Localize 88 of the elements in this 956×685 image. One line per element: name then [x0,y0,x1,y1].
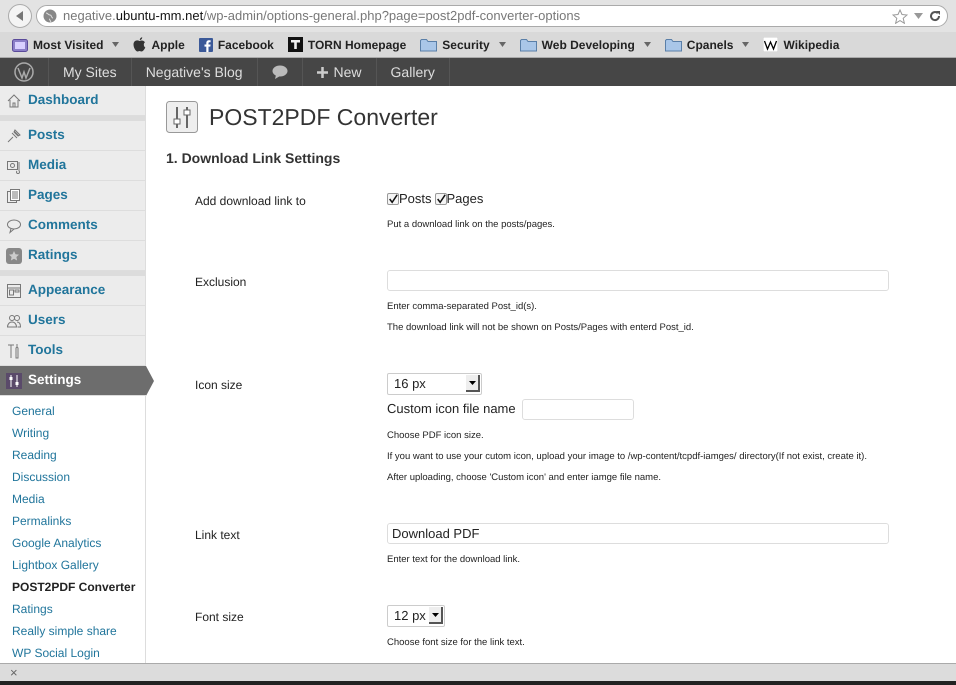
plus-icon [316,66,328,78]
users-icon [6,312,22,328]
address-bar[interactable]: negative.ubuntu-mm.net/wp-admin/options-general.php?page=post2pdf-converter-options [36,5,948,27]
text-field[interactable] [387,270,889,290]
submenu-link[interactable]: General [0,400,145,422]
checkbox-option[interactable]: Posts [387,188,432,208]
globe-icon [43,9,57,23]
submenu-link[interactable]: Ratings [0,598,145,620]
facebook-icon [198,38,213,52]
checkmark-icon [388,192,398,204]
bookmark[interactable]: Apple [133,36,185,54]
help-text: Enter text for the download link. [387,552,522,566]
field-label: Custom icon file name [387,400,516,418]
text-field[interactable]: Download PDF [387,522,889,544]
caret-icon [742,42,750,47]
wordpress-logo-icon [14,62,34,82]
setting-label: Add download link to [194,192,307,210]
menu-item[interactable]: Dashboard [0,86,145,116]
dropdown-arrow-icon[interactable] [914,13,923,19]
dropdown-select[interactable]: 12 px [387,604,445,626]
help-text: Choose font size for the link text. [387,636,525,648]
letter-t-icon [288,37,303,52]
speech-bubble-icon [272,65,288,79]
help-text: After uploading, choose 'Custom icon' and enter iamge file name. [387,470,662,484]
file-name-field[interactable] [522,398,634,420]
page-title: POST2PDF Converter [209,103,438,132]
caret-icon [644,42,651,47]
back-button[interactable] [8,4,32,28]
home-icon [6,92,22,108]
star-icon[interactable] [892,8,908,24]
submenu-link[interactable]: Google Analytics [0,532,145,554]
bookmark[interactable]: Security [420,36,506,54]
menu-item[interactable]: Comments [0,211,145,241]
bookmarks-icon [12,38,28,52]
setting-label: Icon size [194,376,244,394]
folder-icon [520,38,537,52]
submenu-link[interactable]: WP Social Login [0,642,145,664]
bookmark[interactable]: Wikipedia [763,36,840,54]
checkbox[interactable] [434,192,447,204]
menu-item[interactable]: Pages [0,181,145,211]
close-button[interactable]: × [10,662,18,682]
folder-icon [420,38,438,52]
help-text: If you want to use your cutom icon, upload your image to /wp-content/tcpdf-iamges/ directory(If not exist, create it). [387,450,867,462]
apple-icon [133,37,146,52]
caret-icon [498,42,506,47]
submenu-link[interactable]: Media [0,488,145,510]
menu-item[interactable]: Appearance [0,276,145,306]
submenu-link[interactable]: Really simple share [0,620,145,642]
bookmark[interactable]: Web Developing [520,36,651,54]
folder-icon [664,38,682,52]
bookmark[interactable]: Facebook [198,36,274,54]
menu-item[interactable]: Settings [0,366,154,396]
checkbox-option[interactable]: Pages [434,188,484,208]
setting-label: Exclusion [194,274,248,290]
w-letter-icon [763,37,778,52]
pages-icon [6,188,22,204]
menu-item[interactable]: Media [0,151,145,181]
help-text: The download link will not be shown on Posts/Pages with enterd Post_id. [387,320,695,334]
help-text: Enter comma-separated Post_id(s). [387,300,538,312]
bookmark[interactable]: Cpanels [664,36,750,54]
settings-sliders-icon [166,101,198,134]
help-text: Choose PDF icon size. [387,428,485,442]
new-button[interactable]: New [302,58,377,86]
reload-icon[interactable] [929,10,941,22]
bookmark[interactable]: Most Visited [12,36,120,54]
menu-item[interactable]: Posts [0,121,145,151]
admin-bar-link[interactable]: Gallery [376,58,450,86]
submenu-link[interactable]: Discussion [0,466,145,488]
setting-label: Link text [194,526,241,544]
checkbox[interactable] [387,192,399,204]
back-arrow-icon [15,11,25,21]
dropdown-select[interactable]: 16 px [387,372,482,394]
submenu-link[interactable]: Permalinks [0,510,145,532]
bookmark[interactable]: TORN Homepage [288,36,406,54]
sliders-icon [6,372,22,388]
submenu-link[interactable]: Reading [0,444,145,466]
caret-icon [112,42,120,47]
menu-item[interactable]: Users [0,306,145,336]
layout-icon [6,282,22,298]
speech-bubble-icon [6,218,22,234]
submenu-link[interactable]: Lightbox Gallery [0,554,145,576]
checkmark-icon [436,192,446,204]
help-text: Put a download link on the posts/pages. [387,218,555,230]
section-heading: 1. Download Link Settings [166,148,342,168]
setting-label: Font size [194,608,245,626]
submenu-link[interactable]: POST2PDF Converter [0,576,145,598]
menu-item[interactable]: Ratings [0,241,145,271]
submenu-link[interactable]: Writing [0,422,145,444]
